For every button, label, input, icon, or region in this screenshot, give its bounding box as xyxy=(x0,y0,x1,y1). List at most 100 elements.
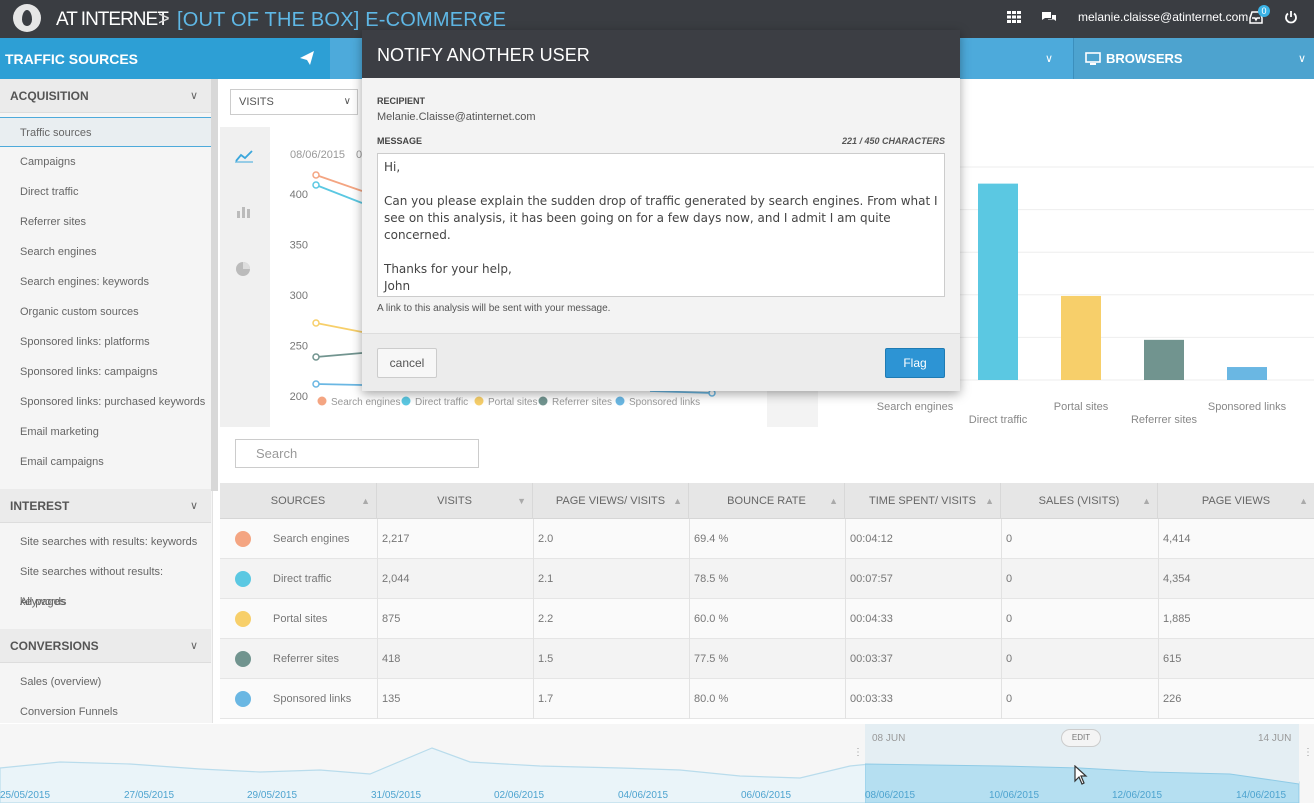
legend-label: Portal sites xyxy=(488,397,537,408)
cancel-button[interactable]: cancel xyxy=(377,348,437,378)
cell-bounce: 80.0 % xyxy=(689,679,845,719)
bar-category-label: Portal sites xyxy=(1054,401,1109,413)
timeline-left-handle[interactable]: ⋮ xyxy=(853,748,863,772)
bar-category-label: Sponsored links xyxy=(1208,401,1287,413)
line-chart-icon[interactable] xyxy=(235,149,255,165)
link-note: A link to this analysis will be sent wit… xyxy=(377,303,611,314)
sidebar-section-acquisition[interactable]: ACQUISITION ∨ xyxy=(0,79,211,113)
sidebar-item-email-marketing[interactable]: Email marketing xyxy=(0,417,211,447)
sidebar-item-direct-traffic[interactable]: Direct traffic xyxy=(0,177,211,207)
browsers-title: BROWSERS xyxy=(1106,51,1183,66)
sidebar-item-search-engines[interactable]: Search engines xyxy=(0,237,211,267)
timeline-range-start: 08 JUN xyxy=(872,733,906,744)
table-row[interactable]: Direct traffic 2,044 2.1 78.5 % 00:07:57 0 4,3… xyxy=(220,559,1314,599)
cell-time: 00:07:57 xyxy=(845,559,1001,599)
legend-swatch xyxy=(474,396,484,406)
cell-sales: 0 xyxy=(1001,639,1158,679)
chevron-down-icon: ∨ xyxy=(190,90,199,102)
cell-source: Search engines xyxy=(273,533,350,545)
sidebar-item-referrer-sites[interactable]: Referrer sites xyxy=(0,207,211,237)
sidebar-item-all-pages[interactable]: All pages xyxy=(0,587,211,617)
sidebar-item-sponsored-keywords[interactable]: Sponsored links: purchased keywords xyxy=(0,387,211,417)
bar-sponsored-links[interactable] xyxy=(1227,367,1267,380)
sidebar-scrollbar[interactable] xyxy=(211,79,218,491)
cell-page-views: 615 xyxy=(1158,639,1314,679)
column-header-pv-visit[interactable]: PAGE VIEWS/ VISITS ▲ xyxy=(533,483,689,519)
chevron-down-icon[interactable]: ∨ xyxy=(1045,52,1057,65)
table-header: SOURCES ▲ VISITS ▼ PAGE VIEWS/ VISITS ▲ BOU… xyxy=(220,483,1314,519)
sidebar-item-site-searches-results[interactable]: Site searches with results: keywords xyxy=(0,527,211,557)
sidebar-item-search-keywords[interactable]: Search engines: keywords xyxy=(0,267,211,297)
cell-page-views: 4,414 xyxy=(1158,519,1314,559)
y-tick-label: 250 xyxy=(290,341,308,353)
bar-portal-sites[interactable] xyxy=(1061,295,1101,380)
sidebar-item-site-searches-no-results[interactable]: Site searches without results: keywords xyxy=(0,557,211,608)
table-row[interactable]: Sponsored links 135 1.7 80.0 % 00:03:33 0 226 xyxy=(220,679,1314,719)
cell-source: Direct traffic xyxy=(273,573,332,585)
table-row[interactable]: Referrer sites 418 1.5 77.5 % 00:03:37 0 615 xyxy=(220,639,1314,679)
sidebar-item-sponsored-campaigns[interactable]: Sponsored links: campaigns xyxy=(0,357,211,387)
header-label: BOUNCE RATE xyxy=(727,495,806,507)
legend-swatch xyxy=(538,396,548,406)
table-row[interactable]: Portal sites 875 2.2 60.0 % 00:04:33 0 1,885 xyxy=(220,599,1314,639)
cell-page-views: 226 xyxy=(1158,679,1314,719)
sidebar-item-sales-overview[interactable]: Sales (overview) xyxy=(0,667,211,697)
sidebar-item-email-campaigns[interactable]: Email campaigns xyxy=(0,447,211,477)
bar-direct-traffic[interactable] xyxy=(978,183,1018,380)
header-label: TIME SPENT/ VISITS xyxy=(869,495,976,507)
chevron-down-icon: ∨ xyxy=(190,640,199,652)
column-header-sources[interactable]: SOURCES ▲ xyxy=(220,483,377,519)
series-color-dot xyxy=(235,611,251,627)
send-icon[interactable] xyxy=(300,51,314,65)
bar-referrer-sites[interactable] xyxy=(1144,339,1184,380)
logo-icon[interactable] xyxy=(13,4,41,32)
sidebar-item-sponsored-platforms[interactable]: Sponsored links: platforms xyxy=(0,327,211,357)
flag-button[interactable]: Flag xyxy=(885,348,945,378)
column-header-visits[interactable]: VISITS ▼ xyxy=(377,483,533,519)
bar-chart-icon[interactable] xyxy=(235,205,255,221)
series-color-dot xyxy=(235,571,251,587)
sidebar-item-campaigns[interactable]: Campaigns xyxy=(0,147,211,177)
sidebar-section-conversions[interactable]: CONVERSIONS ∨ xyxy=(0,629,211,663)
metric-select[interactable]: VISITS ∨ xyxy=(230,89,358,115)
timeline-right-handle[interactable]: ⋮ xyxy=(1303,748,1313,772)
search-input[interactable]: Search xyxy=(235,439,479,468)
header-label: PAGE VIEWS/ VISITS xyxy=(555,495,666,507)
cell-page-views: 1,885 xyxy=(1158,599,1314,639)
cell-pv-visit: 1.5 xyxy=(533,639,689,679)
sidebar-item-organic-sources[interactable]: Organic custom sources xyxy=(0,297,211,327)
chart-date-label: 08/06/2015 xyxy=(290,149,345,161)
sort-icon: ▼ xyxy=(517,496,526,506)
section-header: TRAFFIC SOURCES xyxy=(0,38,330,79)
legend-label: Sponsored links xyxy=(629,397,700,408)
table-row[interactable]: Search engines 2,217 2.0 69.4 % 00:04:12 0 4,4… xyxy=(220,519,1314,559)
project-selector[interactable]: [OUT OF THE BOX] E-COMMERCE xyxy=(177,9,506,32)
user-email[interactable]: melanie.claisse@atinternet.com xyxy=(1078,10,1248,24)
sort-icon: ▲ xyxy=(361,496,370,506)
browsers-header[interactable]: BROWSERS ∨ xyxy=(1073,38,1314,79)
apps-grid-icon[interactable] xyxy=(1006,10,1022,26)
table-body: Search engines 2,217 2.0 69.4 % 00:04:12 0 4,4… xyxy=(220,519,1314,719)
pie-chart-icon[interactable] xyxy=(235,261,255,277)
timeline-date: 10/06/2015 xyxy=(989,790,1040,801)
cell-source: Portal sites xyxy=(273,613,328,625)
cell-pv-visit: 2.2 xyxy=(533,599,689,639)
column-header-bounce-rate[interactable]: BOUNCE RATE ▲ xyxy=(689,483,845,519)
chat-icon[interactable] xyxy=(1041,10,1057,26)
chevron-down-icon[interactable]: ▼ xyxy=(482,13,493,25)
sidebar-item-traffic-sources[interactable]: Traffic sources xyxy=(0,117,211,147)
column-header-sales[interactable]: SALES (VISITS) ▲ xyxy=(1001,483,1158,519)
brand-name: AT INTERNET xyxy=(56,9,169,30)
mouse-cursor-icon xyxy=(1074,764,1088,788)
column-header-time-spent[interactable]: TIME SPENT/ VISITS ▲ xyxy=(845,483,1001,519)
message-textarea[interactable]: Hi, Can you please explain the sudden dr… xyxy=(377,153,945,297)
series-color-dot xyxy=(235,691,251,707)
chevron-down-icon[interactable]: ∨ xyxy=(1298,52,1310,65)
sidebar-section-interest[interactable]: INTEREST ∨ xyxy=(0,489,211,523)
sidebar-item-conversion-funnels[interactable]: Conversion Funnels xyxy=(0,697,211,723)
cell-source: Sponsored links xyxy=(273,693,352,705)
power-icon[interactable] xyxy=(1283,10,1299,26)
timeline-edit-button[interactable]: EDIT xyxy=(1061,729,1101,747)
legend-swatch xyxy=(401,396,411,406)
column-header-page-views[interactable]: PAGE VIEWS ▲ xyxy=(1158,483,1314,519)
